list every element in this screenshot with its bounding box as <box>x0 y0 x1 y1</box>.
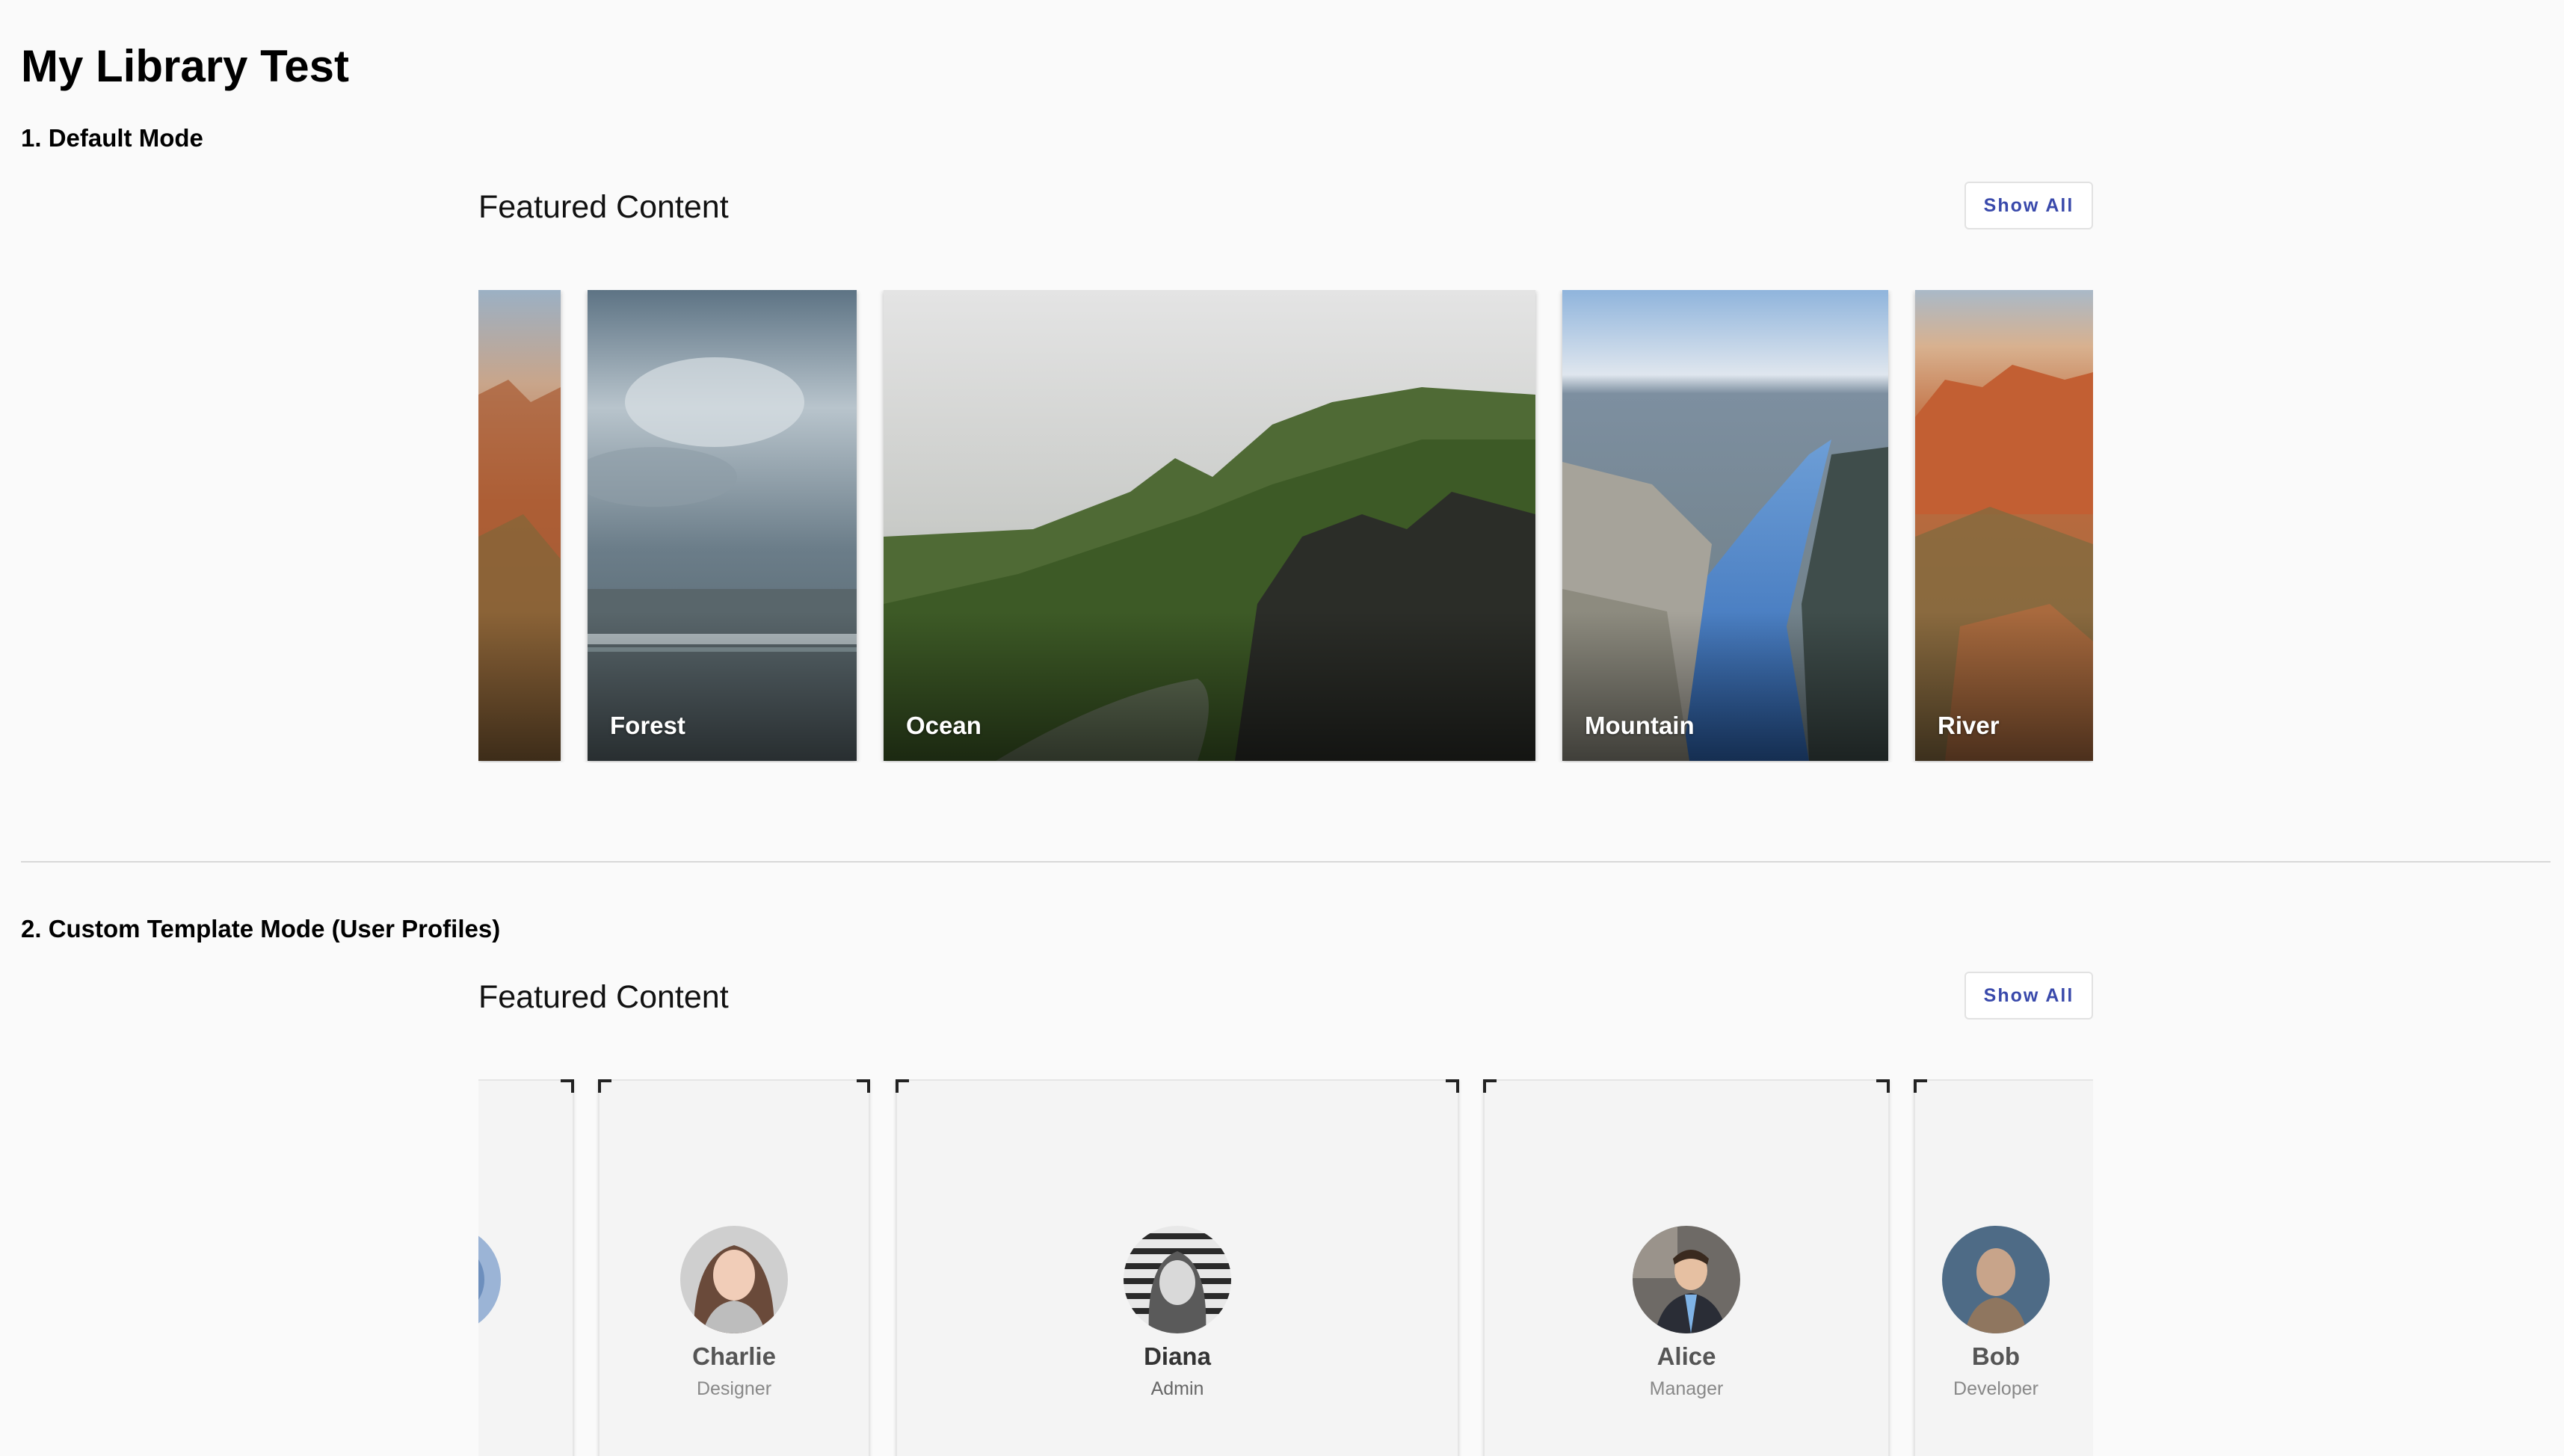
profile-card-diana[interactable]: Diana Admin <box>896 1079 1459 1456</box>
carousel-title: Featured Content <box>478 979 729 1015</box>
avatar <box>478 1226 501 1333</box>
avatar <box>1124 1226 1231 1333</box>
avatar <box>680 1226 788 1333</box>
profile-name: Bob <box>1971 1342 2021 1370</box>
profile-card-charlie[interactable]: Charlie Designer <box>598 1079 870 1456</box>
carousel-card-forest[interactable]: Forest <box>588 290 857 761</box>
avatar <box>1942 1226 2050 1333</box>
section-heading-custom-template: 2. Custom Template Mode (User Profiles) <box>21 915 501 943</box>
section-heading-default-mode: 1. Default Mode <box>21 124 203 152</box>
card-label: Ocean <box>906 712 981 739</box>
profile-carousel-track[interactable]: Charlie Designer Diana Admin Alice Manag… <box>478 1079 2093 1456</box>
avatar <box>1633 1226 1740 1333</box>
card-label: River <box>1938 712 2000 739</box>
profile-name: Charlie <box>692 1342 776 1370</box>
profile-card-bob[interactable]: Bob Developer <box>1914 1079 2093 1456</box>
profile-role: Admin <box>1150 1378 1204 1399</box>
profile-role: Developer <box>1953 1378 2038 1399</box>
profile-name: Alice <box>1657 1342 1716 1370</box>
carousel-header-profiles: Featured Content Show All <box>478 972 2093 1028</box>
profile-role: Designer <box>696 1378 772 1399</box>
profile-name: Diana <box>1144 1342 1211 1370</box>
carousel-card-river[interactable]: River <box>1915 290 2093 761</box>
card-label: Mountain <box>1585 712 1695 739</box>
profile-card-partial[interactable] <box>478 1079 574 1456</box>
carousel-title: Featured Content <box>478 189 729 225</box>
carousel-card-ocean[interactable]: Ocean <box>884 290 1535 761</box>
carousel-header-default: Featured Content Show All <box>478 182 2093 238</box>
show-all-button[interactable]: Show All <box>1964 182 2093 229</box>
image-carousel-track[interactable]: Forest Ocean Mountain River <box>478 290 2093 762</box>
page-title: My Library Test <box>21 41 350 91</box>
profile-role: Manager <box>1649 1378 1724 1399</box>
card-label: Forest <box>610 712 685 739</box>
carousel-card-mountain[interactable]: Mountain <box>1562 290 1888 761</box>
carousel-card-partial[interactable] <box>478 290 561 761</box>
profile-card-alice[interactable]: Alice Manager <box>1483 1079 1890 1456</box>
section-divider <box>21 861 2551 863</box>
show-all-button[interactable]: Show All <box>1964 972 2093 1019</box>
